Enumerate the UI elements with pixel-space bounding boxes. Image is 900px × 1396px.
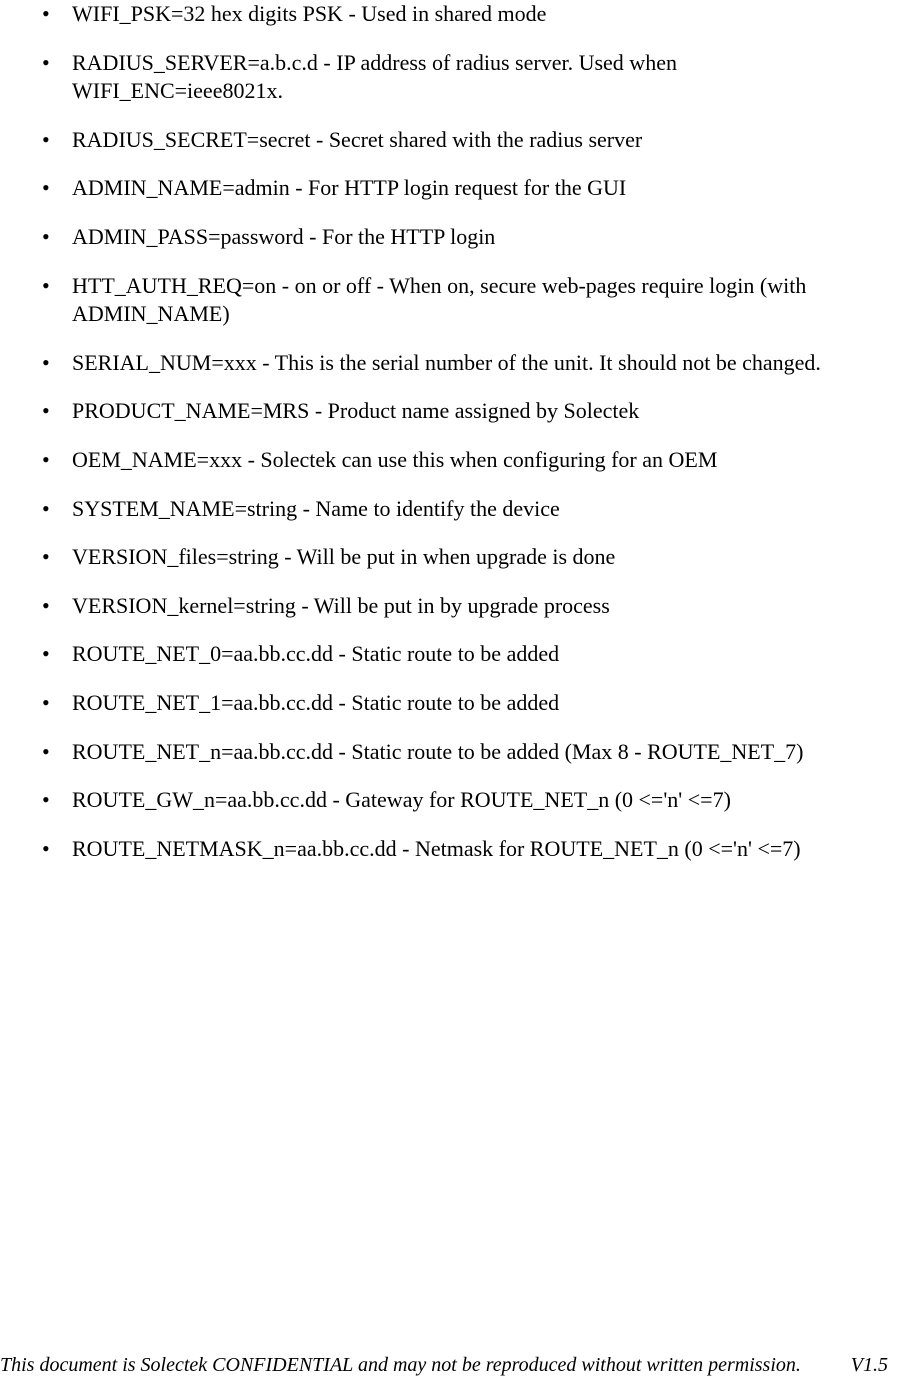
list-item: ROUTE_GW_n=aa.bb.cc.dd - Gateway for ROU… (20, 786, 880, 815)
list-item: HTT_AUTH_REQ=on - on or off - When on, s… (20, 272, 880, 329)
list-item: ROUTE_NET_0=aa.bb.cc.dd - Static route t… (20, 640, 880, 669)
list-item: ADMIN_PASS=password - For the HTTP login (20, 223, 880, 252)
item-text: HTT_AUTH_REQ=on - on or off - When on, s… (72, 273, 806, 327)
item-text: WIFI_PSK=32 hex digits PSK - Used in sha… (72, 1, 546, 26)
item-text: PRODUCT_NAME=MRS - Product name assigned… (72, 398, 639, 423)
item-text: ROUTE_GW_n=aa.bb.cc.dd - Gateway for ROU… (72, 787, 731, 812)
item-text: VERSION_files=string - Will be put in wh… (72, 544, 615, 569)
config-parameter-list: WIFI_PSK=32 hex digits PSK - Used in sha… (20, 0, 880, 863)
item-text: OEM_NAME=xxx - Solectek can use this whe… (72, 447, 717, 472)
list-item: WIFI_PSK=32 hex digits PSK - Used in sha… (20, 0, 880, 29)
footer-confidential-text: This document is Solectek CONFIDENTIAL a… (0, 1352, 801, 1378)
list-item: PRODUCT_NAME=MRS - Product name assigned… (20, 397, 880, 426)
list-item: RADIUS_SERVER=a.b.c.d - IP address of ra… (20, 49, 880, 106)
item-text: ROUTE_NET_0=aa.bb.cc.dd - Static route t… (72, 641, 559, 666)
list-item: RADIUS_SECRET=secret - Secret shared wit… (20, 126, 880, 155)
item-text: ROUTE_NET_n=aa.bb.cc.dd - Static route t… (72, 739, 804, 764)
item-text: RADIUS_SECRET=secret - Secret shared wit… (72, 127, 642, 152)
list-item: ROUTE_NETMASK_n=aa.bb.cc.dd - Netmask fo… (20, 835, 880, 864)
list-item: ADMIN_NAME=admin - For HTTP login reques… (20, 174, 880, 203)
item-text: VERSION_kernel=string - Will be put in b… (72, 593, 610, 618)
item-text: RADIUS_SERVER=a.b.c.d - IP address of ra… (72, 50, 677, 104)
list-item: VERSION_files=string - Will be put in wh… (20, 543, 880, 572)
footer-version: V1.5 (851, 1352, 888, 1378)
list-item: SYSTEM_NAME=string - Name to identify th… (20, 495, 880, 524)
list-item: VERSION_kernel=string - Will be put in b… (20, 592, 880, 621)
list-item: ROUTE_NET_n=aa.bb.cc.dd - Static route t… (20, 738, 880, 767)
item-text: ROUTE_NET_1=aa.bb.cc.dd - Static route t… (72, 690, 559, 715)
item-text: ADMIN_PASS=password - For the HTTP login (72, 224, 495, 249)
list-item: ROUTE_NET_1=aa.bb.cc.dd - Static route t… (20, 689, 880, 718)
item-text: SERIAL_NUM=xxx - This is the serial numb… (72, 350, 821, 375)
item-text: ADMIN_NAME=admin - For HTTP login reques… (72, 175, 626, 200)
item-text: SYSTEM_NAME=string - Name to identify th… (72, 496, 560, 521)
list-item: OEM_NAME=xxx - Solectek can use this whe… (20, 446, 880, 475)
page-footer: This document is Solectek CONFIDENTIAL a… (0, 1352, 900, 1378)
item-text: ROUTE_NETMASK_n=aa.bb.cc.dd - Netmask fo… (72, 836, 801, 861)
list-item: SERIAL_NUM=xxx - This is the serial numb… (20, 349, 880, 378)
